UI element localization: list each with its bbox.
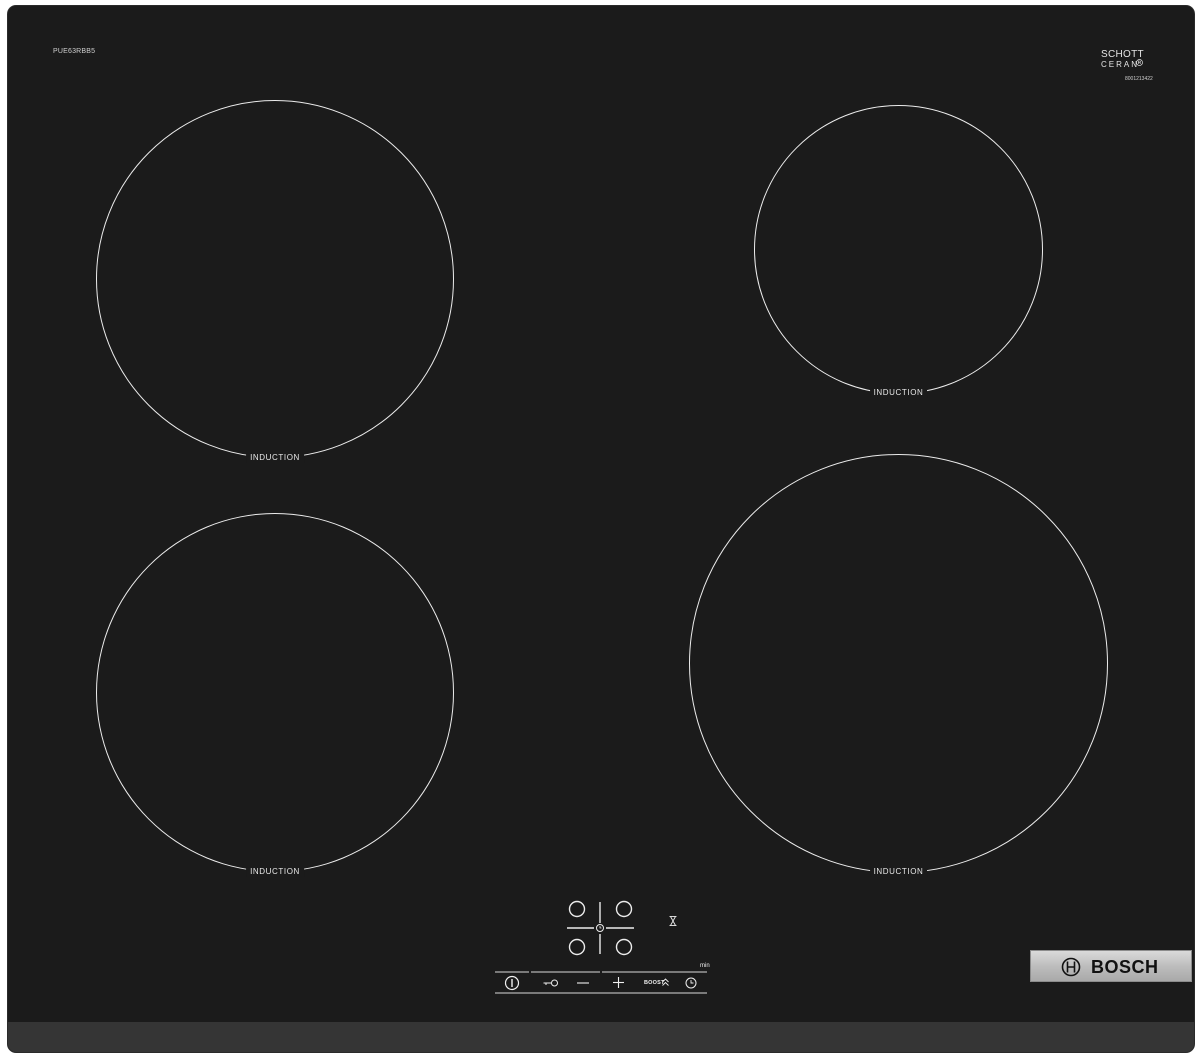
registered-mark-icon (1136, 59, 1143, 66)
timer-clock-icon[interactable] (685, 977, 697, 989)
front-frame-strip (8, 1022, 1194, 1052)
cooking-zone-front-right[interactable]: INDUCTION (689, 454, 1108, 877)
serial-code: 8001213422 (1125, 76, 1153, 82)
zone-label: INDUCTION (869, 867, 928, 877)
zone-label: INDUCTION (246, 867, 304, 877)
induction-cooktop: PUE63RBB5 SCHOTT CERAN 8001213422 INDUCT… (8, 6, 1194, 1052)
minus-icon[interactable] (577, 982, 589, 984)
zone-label: INDUCTION (246, 453, 304, 463)
timer-unit-label: min (700, 963, 710, 969)
hourglass-icon (669, 916, 677, 926)
brand-badge: BOSCH (1030, 950, 1192, 982)
zone-selector-grid-icon[interactable] (564, 896, 636, 958)
zone-label: INDUCTION (869, 388, 928, 398)
control-bar-lines (495, 971, 707, 994)
cooking-zone-front-left[interactable]: INDUCTION (96, 513, 454, 877)
schott-ceran-logo: SCHOTT CERAN (1101, 50, 1145, 70)
model-code: PUE63RBB5 (53, 48, 96, 55)
bosch-armature-icon (1061, 957, 1081, 977)
childlock-key-icon[interactable] (543, 979, 559, 987)
power-icon[interactable] (504, 975, 520, 991)
brand-name: BOSCH (1091, 957, 1159, 977)
cooking-zone-back-left[interactable]: INDUCTION (96, 100, 454, 463)
boost-chevrons-icon[interactable] (662, 978, 669, 986)
plus-icon[interactable] (613, 977, 624, 988)
cooking-zone-back-right[interactable]: INDUCTION (754, 105, 1043, 398)
